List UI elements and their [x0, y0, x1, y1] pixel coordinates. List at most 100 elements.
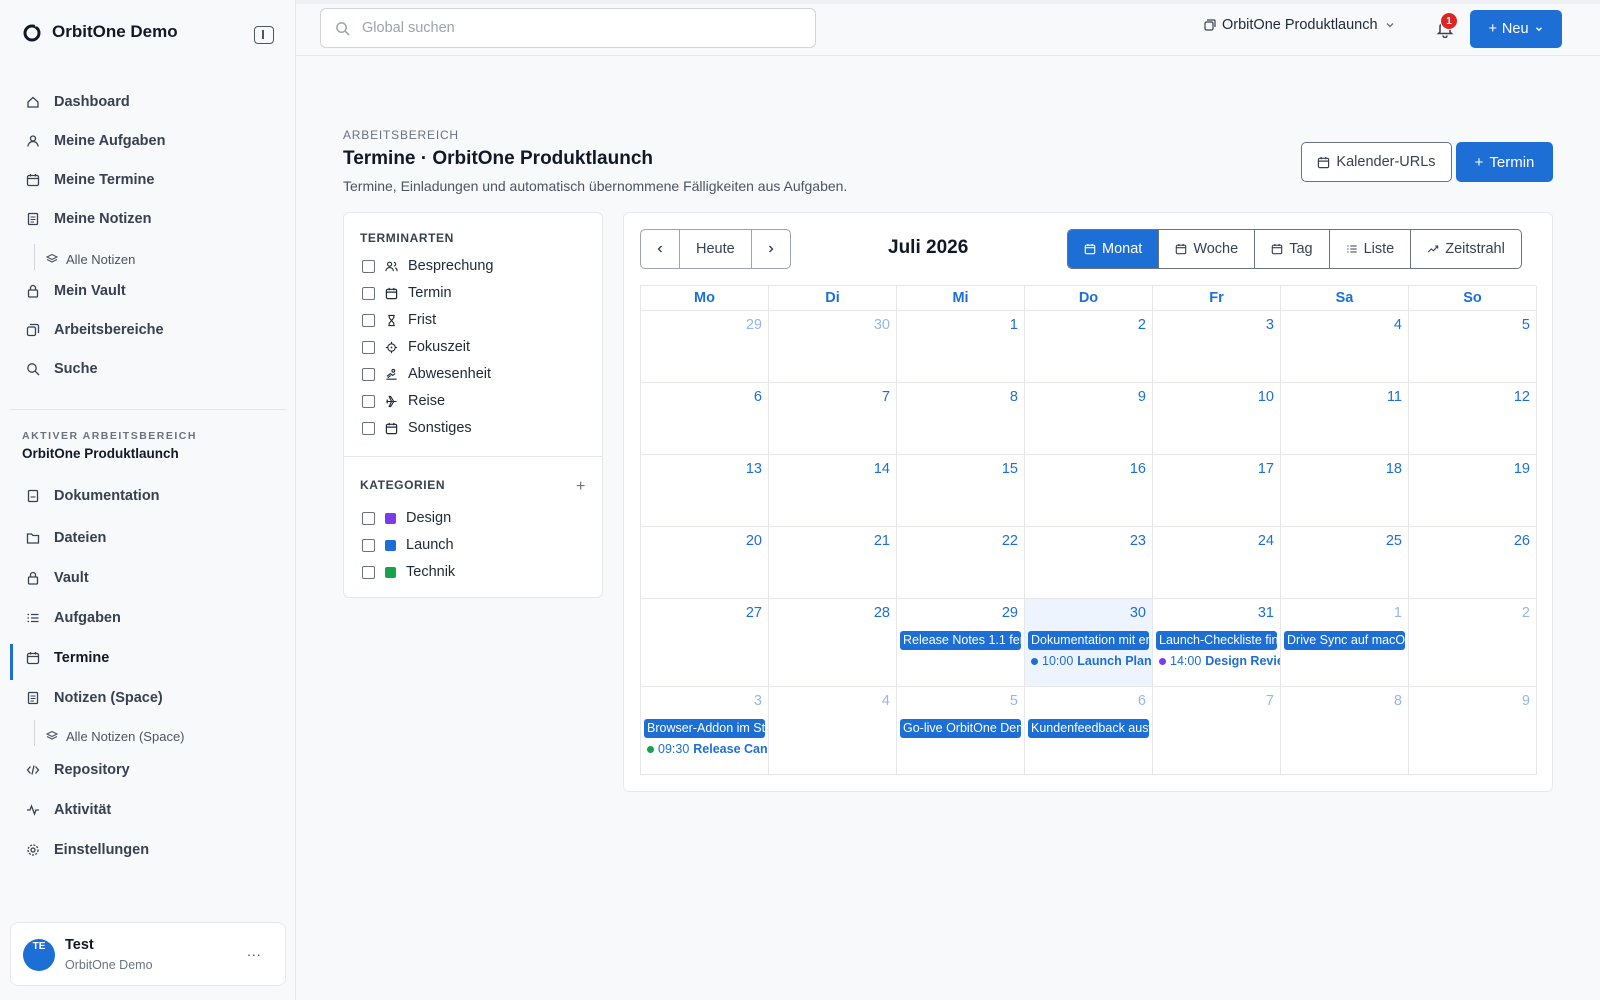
type-filter-termin[interactable]: Termin: [362, 283, 452, 303]
day-cell-today[interactable]: 30 Dokumentation mit ersten Screenshots 10…: [1025, 599, 1153, 687]
sidebar-item-ws-repository[interactable]: Repository: [10, 752, 286, 788]
day-cell[interactable]: 3 Browser-Addon im Store einreichen 09:30R…: [641, 687, 769, 775]
brand[interactable]: OrbitOne Demo: [22, 22, 178, 42]
sidebar-item-ws-termine[interactable]: Termine: [10, 640, 286, 680]
calendar-event[interactable]: Kundenfeedback auswerten: [1028, 719, 1149, 738]
add-appointment-button[interactable]: + Termin: [1456, 142, 1553, 182]
day-cell[interactable]: 18: [1281, 455, 1409, 527]
day-cell[interactable]: 9: [1025, 383, 1153, 455]
day-cell[interactable]: 13: [641, 455, 769, 527]
type-filter-sonstiges[interactable]: Sonstiges: [362, 418, 472, 438]
filter-checkbox[interactable]: [362, 313, 375, 327]
day-cell[interactable]: 25: [1281, 527, 1409, 599]
calendar-timed-event[interactable]: 09:30Release Candidate: [647, 741, 768, 757]
calendar-event[interactable]: Go-live OrbitOne Demo: [900, 719, 1021, 738]
type-filter-abwesenheit[interactable]: Abwesenheit: [362, 364, 491, 384]
sidebar-item-ws-dateien[interactable]: Dateien: [10, 520, 286, 556]
day-cell[interactable]: 15: [897, 455, 1025, 527]
day-cell[interactable]: 24: [1153, 527, 1281, 599]
sidebar-item-mein-vault[interactable]: Mein Vault: [10, 273, 286, 309]
sidebar-item-dashboard[interactable]: Dashboard: [10, 84, 286, 120]
view-zeitstrahl-button[interactable]: Zeitstrahl: [1410, 230, 1521, 268]
filter-checkbox[interactable]: [362, 259, 375, 273]
filter-checkbox[interactable]: [362, 286, 375, 300]
day-cell[interactable]: 8: [897, 383, 1025, 455]
sidebar-item-arbeitsbereiche[interactable]: Arbeitsbereiche: [10, 312, 286, 348]
next-month-button[interactable]: [752, 230, 790, 268]
sidebar-collapse-icon[interactable]: [254, 26, 274, 44]
sidebar-item-ws-vault[interactable]: Vault: [10, 560, 286, 596]
day-cell[interactable]: 31 Launch-Checkliste finalisieren 14:00Des…: [1153, 599, 1281, 687]
category-filter-technik[interactable]: Technik: [362, 562, 455, 582]
day-cell[interactable]: 23: [1025, 527, 1153, 599]
category-filter-design[interactable]: Design: [362, 508, 451, 528]
sidebar-subitem-all-notes[interactable]: Alle Notizen: [46, 247, 135, 271]
new-button[interactable]: + Neu: [1470, 10, 1562, 48]
sidebar-item-meine-notizen[interactable]: Meine Notizen: [10, 201, 286, 237]
sidebar-item-suche[interactable]: Suche: [10, 351, 286, 387]
day-cell[interactable]: 16: [1025, 455, 1153, 527]
calendar-event[interactable]: Release Notes 1.1 fertigstellen: [900, 631, 1021, 650]
filter-checkbox[interactable]: [362, 511, 375, 525]
type-filter-reise[interactable]: Reise: [362, 391, 445, 411]
day-cell[interactable]: 4: [769, 687, 897, 775]
filter-checkbox[interactable]: [362, 340, 375, 354]
calendar-event[interactable]: Browser-Addon im Store einreichen: [644, 719, 765, 738]
previous-month-button[interactable]: [641, 230, 679, 268]
day-cell[interactable]: 30: [769, 311, 897, 383]
sidebar-item-ws-notizen-space[interactable]: Notizen (Space): [10, 680, 286, 716]
global-search[interactable]: [320, 8, 816, 48]
day-cell[interactable]: 20: [641, 527, 769, 599]
day-cell[interactable]: 4: [1281, 311, 1409, 383]
day-cell[interactable]: 6: [641, 383, 769, 455]
day-cell[interactable]: 1 Drive Sync auf macOS testen: [1281, 599, 1409, 687]
filter-checkbox[interactable]: [362, 394, 375, 408]
day-cell[interactable]: 19: [1409, 455, 1537, 527]
day-cell[interactable]: 5 Go-live OrbitOne Demo: [897, 687, 1025, 775]
day-cell[interactable]: 8: [1281, 687, 1409, 775]
day-cell[interactable]: 7: [769, 383, 897, 455]
day-cell[interactable]: 10: [1153, 383, 1281, 455]
calendar-timed-event[interactable]: 14:00Design Review: [1159, 653, 1280, 669]
workspace-switcher[interactable]: OrbitOne Produktlaunch: [1204, 17, 1396, 33]
view-tag-button[interactable]: Tag: [1254, 230, 1328, 268]
calendar-event[interactable]: Dokumentation mit ersten Screenshots: [1028, 631, 1149, 650]
day-cell[interactable]: 26: [1409, 527, 1537, 599]
filter-checkbox[interactable]: [362, 538, 375, 552]
day-cell[interactable]: 14: [769, 455, 897, 527]
day-cell[interactable]: 27: [641, 599, 769, 687]
filter-checkbox[interactable]: [362, 421, 375, 435]
user-card[interactable]: TE Test OrbitOne Demo ...: [10, 922, 286, 986]
calendar-timed-event[interactable]: 10:00Launch Planung: [1031, 653, 1152, 669]
search-input[interactable]: [362, 20, 782, 36]
day-cell[interactable]: 17: [1153, 455, 1281, 527]
day-cell[interactable]: 2: [1409, 599, 1537, 687]
type-filter-frist[interactable]: Frist: [362, 310, 436, 330]
day-cell[interactable]: 6 Kundenfeedback auswerten: [1025, 687, 1153, 775]
view-monat-button[interactable]: Monat: [1068, 230, 1159, 268]
view-woche-button[interactable]: Woche: [1158, 230, 1254, 268]
sidebar-subitem-all-space-notes[interactable]: Alle Notizen (Space): [46, 724, 185, 748]
filter-checkbox[interactable]: [362, 367, 375, 381]
sidebar-item-ws-aufgaben[interactable]: Aufgaben: [10, 600, 286, 636]
day-cell[interactable]: 21: [769, 527, 897, 599]
day-cell[interactable]: 3: [1153, 311, 1281, 383]
day-cell[interactable]: 28: [769, 599, 897, 687]
calendar-event[interactable]: Launch-Checkliste finalisieren: [1156, 631, 1277, 650]
sidebar-item-meine-termine[interactable]: Meine Termine: [10, 162, 286, 198]
calendar-event[interactable]: Drive Sync auf macOS testen: [1284, 631, 1405, 650]
day-cell[interactable]: 1: [897, 311, 1025, 383]
day-cell[interactable]: 5: [1409, 311, 1537, 383]
day-cell[interactable]: 12: [1409, 383, 1537, 455]
type-filter-fokuszeit[interactable]: Fokuszeit: [362, 337, 470, 357]
day-cell[interactable]: 22: [897, 527, 1025, 599]
add-category-icon[interactable]: +: [576, 478, 585, 496]
day-cell[interactable]: 7: [1153, 687, 1281, 775]
day-cell[interactable]: 29 Release Notes 1.1 fertigstellen: [897, 599, 1025, 687]
calendar-urls-button[interactable]: Kalender-URLs: [1301, 142, 1452, 182]
day-cell[interactable]: 29: [641, 311, 769, 383]
sidebar-item-ws-aktivität[interactable]: Aktivität: [10, 792, 286, 828]
view-liste-button[interactable]: Liste: [1328, 230, 1411, 268]
type-filter-besprechung[interactable]: Besprechung: [362, 256, 493, 276]
day-cell[interactable]: 9: [1409, 687, 1537, 775]
